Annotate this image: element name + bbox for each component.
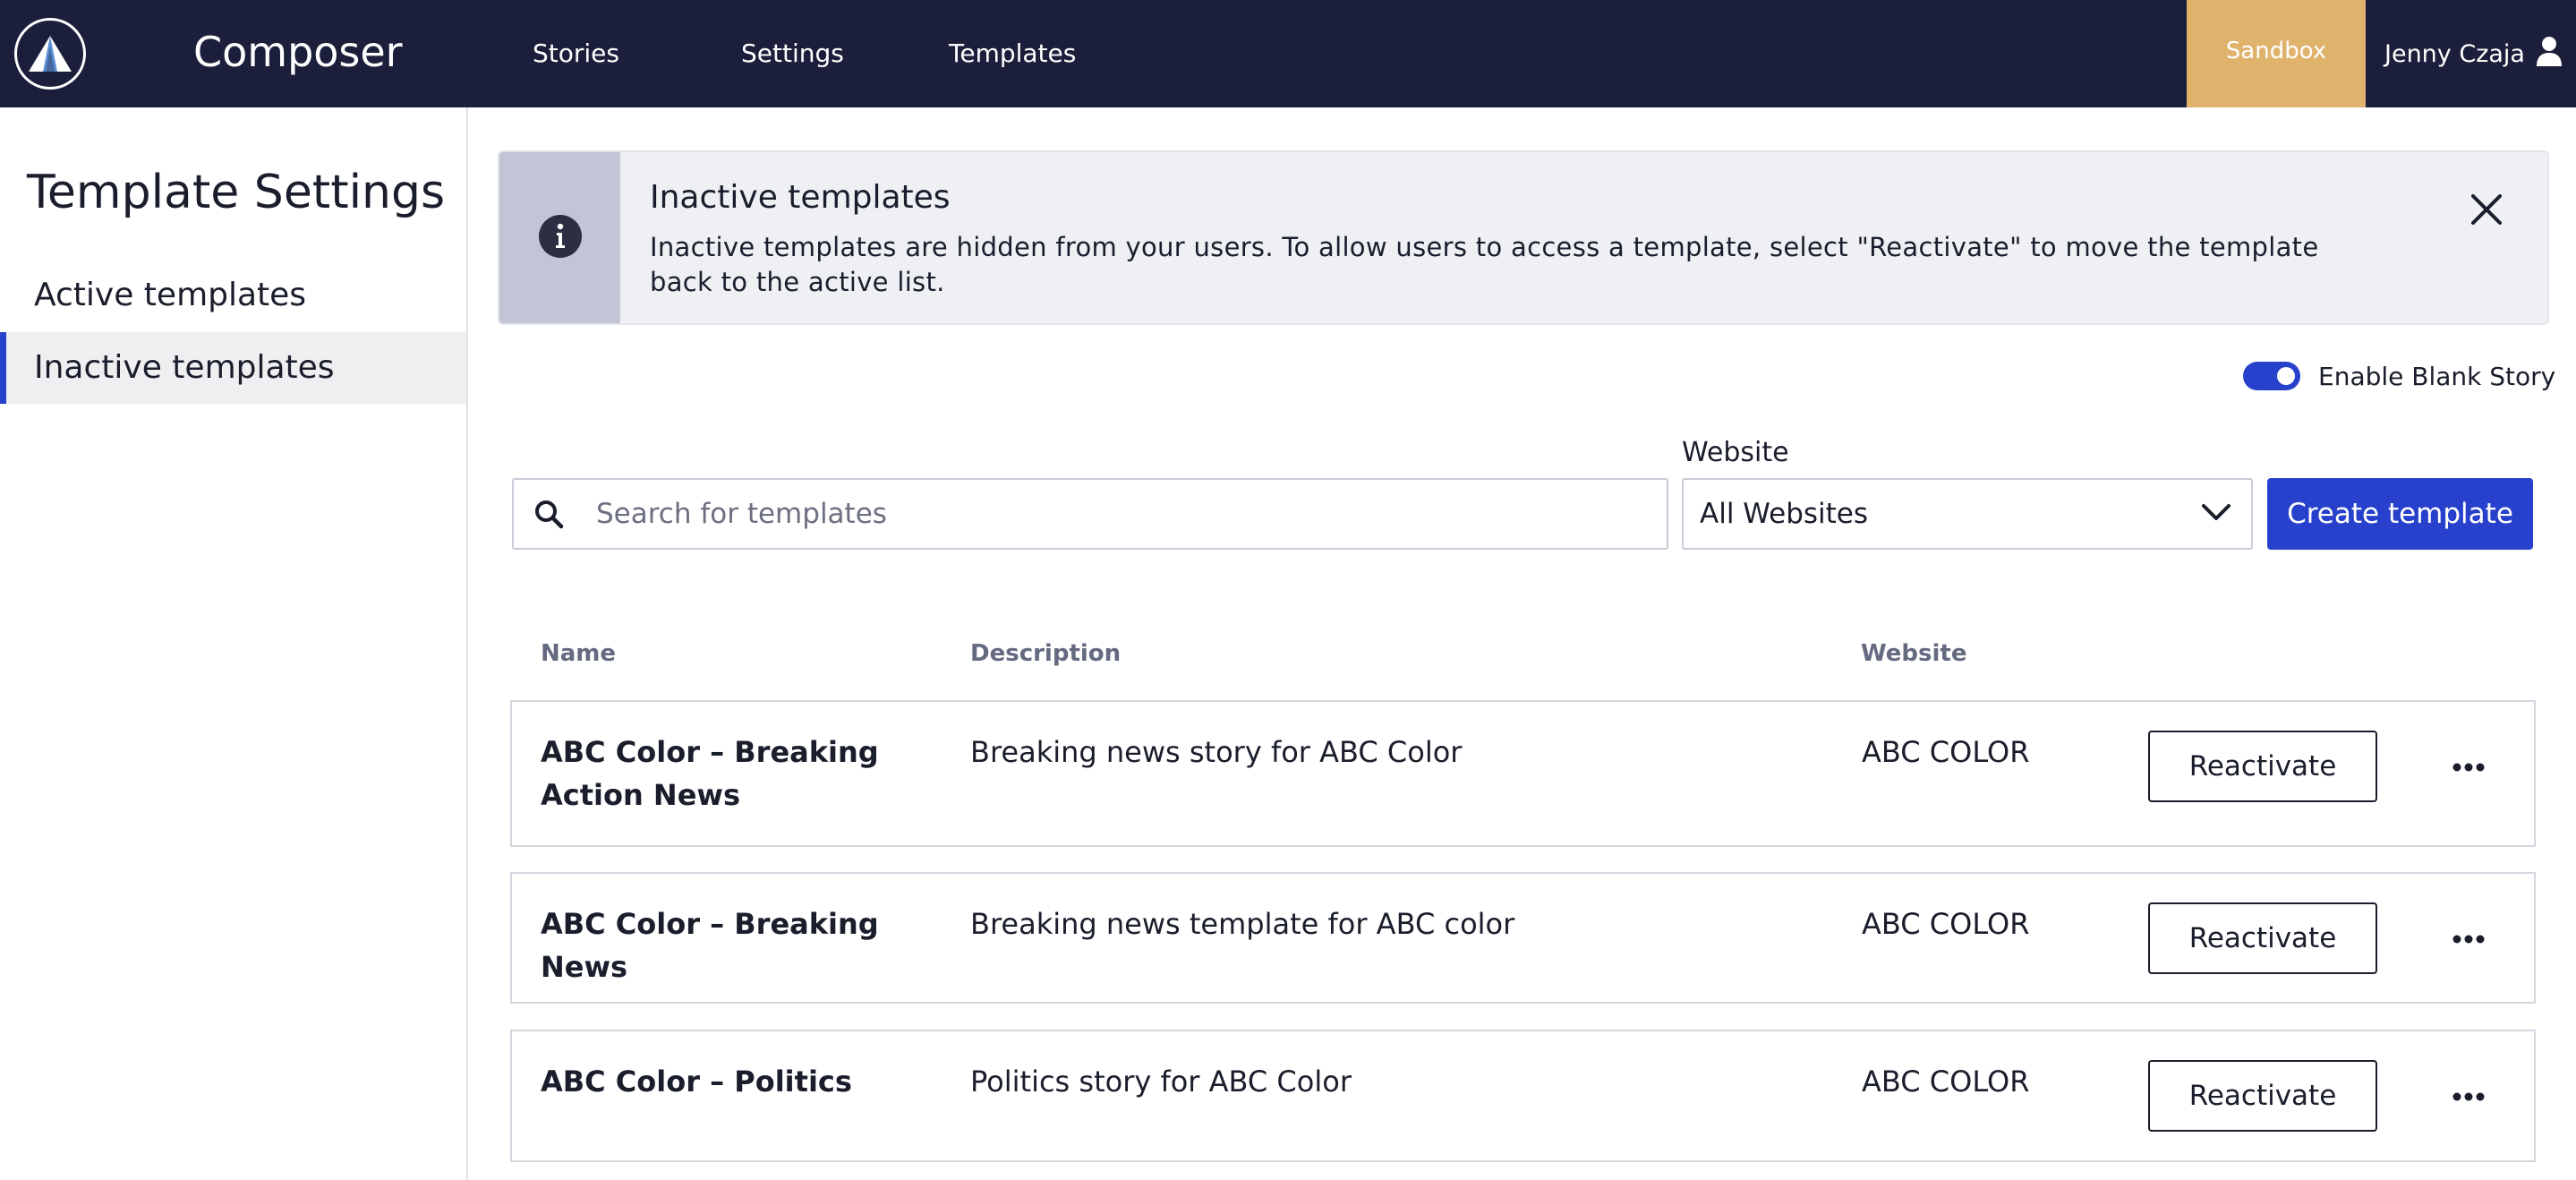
template-description: Politics story for ABC Color [970,1065,1352,1099]
create-template-button[interactable]: Create template [2267,478,2533,550]
user-name: Jenny Czaja [2384,39,2525,68]
table-row: ABC Color – Breaking Action News Breakin… [510,700,2536,847]
column-header-description: Description [970,640,1122,667]
banner-title: Inactive templates [650,179,951,216]
sidebar-title: Template Settings [27,166,446,219]
website-filter-label: Website [1682,437,1789,468]
enable-blank-story-toggle[interactable]: Enable Blank Story [2243,358,2555,394]
banner-message: Inactive templates are hidden from your … [650,232,2319,297]
more-options-button[interactable] [2444,748,2494,784]
template-website: ABC COLOR [1862,907,2030,941]
nav-stories[interactable]: Stories [533,36,619,72]
reactivate-button[interactable]: Reactivate [2148,731,2377,802]
website-select[interactable]: All Websites [1682,478,2253,550]
website-select-value: All Websites [1700,498,1869,530]
column-header-website: Website [1861,640,1967,667]
app-logo-icon[interactable] [14,18,86,90]
more-options-button[interactable] [2444,1078,2494,1114]
sidebar: Template Settings Active templates Inact… [0,107,468,1180]
reactivate-button[interactable]: Reactivate [2148,1060,2377,1132]
search-icon [533,499,578,529]
user-icon [2536,36,2563,73]
top-nav-bar: Composer Stories Settings Templates Sand… [0,0,2576,107]
template-description: Breaking news story for ABC Color [970,735,1463,769]
reactivate-button[interactable]: Reactivate [2148,902,2377,974]
template-website: ABC COLOR [1862,735,2030,769]
toggle-knob [2277,367,2295,385]
more-options-icon [2452,930,2485,947]
search-input[interactable] [578,480,1667,548]
template-website: ABC COLOR [1862,1065,2030,1099]
sandbox-badge: Sandbox [2187,0,2366,107]
toggle-switch[interactable] [2243,362,2300,390]
nav-settings[interactable]: Settings [741,36,844,72]
more-options-icon [2452,758,2485,775]
table-row: ABC Color – Politics Politics story for … [510,1030,2536,1162]
sidebar-item-active-templates[interactable]: Active templates [0,260,466,331]
info-banner: Inactive templates Inactive templates ar… [498,150,2549,325]
table-row: ABC Color – Breaking News Breaking news … [510,872,2536,1004]
nav-templates[interactable]: Templates [949,36,1076,72]
sidebar-item-inactive-templates[interactable]: Inactive templates [0,332,466,404]
close-icon [2469,192,2503,230]
search-box[interactable] [512,478,1668,550]
info-icon [538,214,583,262]
banner-close-button[interactable] [2461,186,2512,236]
banner-icon-bar [499,152,620,323]
template-name: ABC Color – Breaking News [541,907,879,984]
column-header-name[interactable]: Name [541,639,616,668]
template-name: ABC Color – Breaking Action News [541,735,879,812]
more-options-icon [2452,1088,2485,1105]
app-title: Composer [193,28,403,76]
template-description: Breaking news template for ABC color [970,907,1515,941]
template-name: ABC Color – Politics [541,1065,852,1099]
user-menu[interactable]: Jenny Czaja [2384,36,2563,72]
chevron-down-icon [2201,502,2231,526]
toggle-label: Enable Blank Story [2318,361,2556,391]
more-options-button[interactable] [2444,920,2494,956]
